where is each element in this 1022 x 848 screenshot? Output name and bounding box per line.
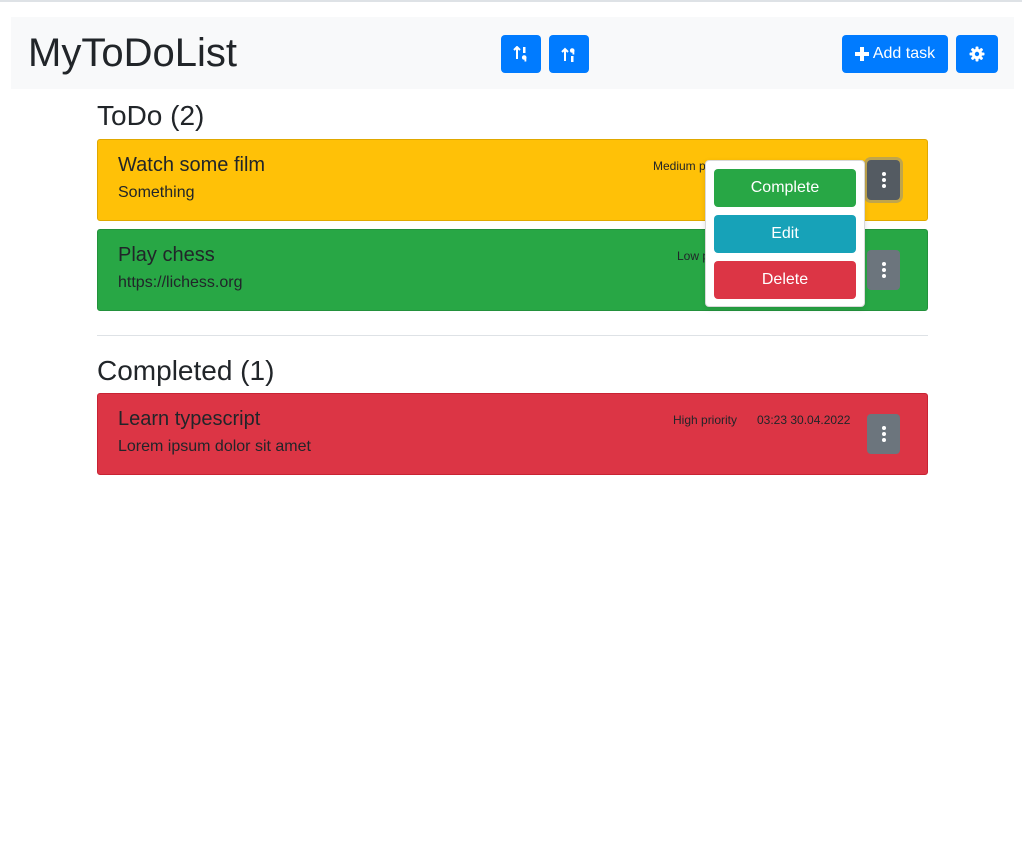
kebab-icon [881, 172, 886, 188]
task-description: Something [118, 184, 195, 201]
sort-numeric-down-icon [513, 46, 527, 62]
todo-section-title: ToDo (2) [97, 100, 205, 131]
delete-button[interactable]: Delete [714, 261, 856, 299]
kebab-icon [881, 426, 886, 442]
task-timestamp: 03:23 30.04.2022 [757, 413, 851, 427]
task-description: Lorem ipsum dolor sit amet [118, 438, 311, 455]
task-priority: High priority [673, 413, 738, 427]
app-title: MyToDoList [28, 31, 237, 75]
add-task-label: Add task [872, 45, 936, 62]
task-menu-button[interactable] [867, 414, 900, 454]
completed-task-card: Learn typescript Lorem ipsum dolor sit a… [97, 393, 928, 475]
task-actions-dropdown: Complete Edit Delete [705, 160, 865, 307]
top-border [0, 0, 1022, 2]
task-title: Watch some film [118, 154, 266, 176]
edit-button[interactable]: Edit [714, 215, 856, 253]
completed-section-title: Completed (1) [97, 355, 275, 386]
section-divider [97, 335, 928, 336]
task-menu-button[interactable] [867, 160, 900, 200]
complete-button[interactable]: Complete [714, 169, 856, 207]
settings-button[interactable] [956, 35, 998, 73]
sort-numeric-up-icon [561, 47, 575, 62]
plus-icon [854, 47, 869, 61]
sort-descending-button[interactable] [549, 35, 589, 73]
kebab-icon [881, 262, 886, 278]
sort-ascending-button[interactable] [501, 35, 541, 73]
gear-icon [969, 46, 985, 62]
task-title: Learn typescript [118, 408, 261, 430]
add-task-button[interactable]: Add task [842, 35, 948, 73]
task-title: Play chess [118, 244, 215, 266]
task-menu-button[interactable] [867, 250, 900, 290]
task-description: https://lichess.org [118, 274, 243, 291]
navbar: MyToDoList Add task [11, 17, 1014, 89]
